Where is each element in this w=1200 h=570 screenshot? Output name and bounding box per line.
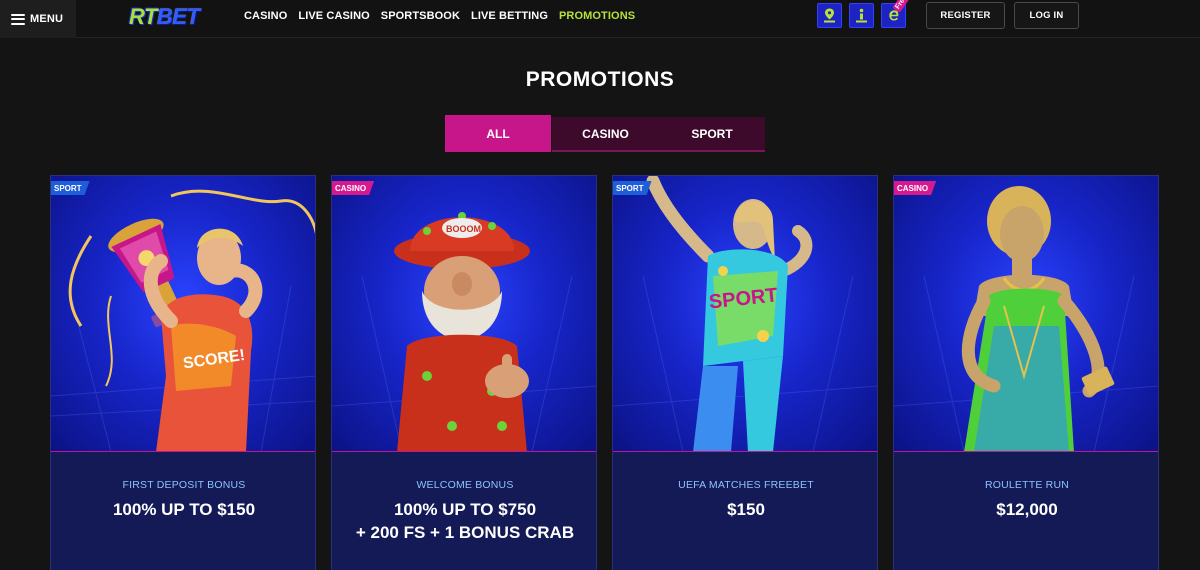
promo-headline: $150 [613, 498, 877, 521]
promo-card-body: ROULETTE RUN $12,000 [894, 452, 1158, 570]
promo-card-body: FIRST DEPOSIT BONUS 100% UP TO $150 [51, 452, 315, 570]
promo-image-celebrating-player: SPORT [613, 176, 877, 452]
promo-subtitle: WELCOME BONUS [416, 479, 514, 491]
svg-text:BOOOM: BOOOM [446, 224, 481, 234]
login-button[interactable]: LOG IN [1014, 2, 1079, 29]
nav-promotions[interactable]: PROMOTIONS [559, 10, 635, 22]
category-badge-sport: SPORT [612, 181, 652, 195]
promo-card-body: WELCOME BONUS 100% UP TO $750 + 200 FS +… [332, 452, 596, 570]
menu-label: MENU [30, 13, 64, 25]
freebet-icon-button[interactable]: Free [881, 0, 911, 28]
logo-bet-text: BET [156, 4, 200, 29]
location-icon-button[interactable] [817, 3, 842, 28]
menu-button[interactable]: MENU [0, 0, 76, 38]
promo-card-welcome-bonus[interactable]: BOOOM CASINO WELCOME BONUS 100% UP TO $7… [331, 175, 597, 570]
register-button[interactable]: REGISTER [926, 2, 1005, 29]
promo-image-pirate-character: BOOOM [332, 176, 596, 452]
promo-filter-tabs: ALL CASINO SPORT [445, 115, 765, 152]
soccer-player-trophy-illustration: SCORE! [51, 189, 315, 452]
hamburger-icon [11, 13, 25, 25]
rtbet-logo[interactable]: RT BET [129, 2, 200, 32]
promo-headline: 100% UP TO $750 + 200 FS + 1 BONUS CRAB [332, 498, 596, 544]
sport-player-illustration: SPORT [613, 176, 877, 452]
promo-subtitle: ROULETTE RUN [984, 479, 1070, 491]
promo-card-body: UEFA MATCHES FREEBET $150 [613, 452, 877, 570]
promo-headline-line1: 100% UP TO $750 [393, 500, 537, 519]
nav-casino[interactable]: CASINO [244, 10, 287, 22]
category-badge-casino: CASINO [893, 181, 936, 195]
nav-sportsbook[interactable]: SPORTSBOOK [381, 10, 460, 22]
nav-live-casino[interactable]: LIVE CASINO [298, 10, 369, 22]
promo-subtitle: FIRST DEPOSIT BONUS [122, 479, 246, 491]
promo-headline-line1: 100% UP TO $150 [112, 500, 256, 519]
promo-card-uefa-freebet[interactable]: SPORT SPORT UEFA MATCHES FREEBET $150 [612, 175, 878, 570]
promo-headline-line1: $12,000 [996, 500, 1058, 519]
nav-live-betting[interactable]: LIVE BETTING [471, 10, 548, 22]
category-badge-casino: CASINO [331, 181, 374, 195]
tab-sport[interactable]: SPORT [659, 117, 765, 152]
category-badge-sport: SPORT [50, 181, 90, 195]
tab-all[interactable]: ALL [445, 115, 551, 152]
promo-card-first-deposit[interactable]: SCORE! SPORT FIRST DEPOSIT BONUS 100% UP… [50, 175, 316, 570]
bearded-character-illustration: BOOOM [332, 212, 596, 452]
promo-image-croupier-woman [894, 176, 1158, 452]
promo-headline-line2: + 200 FS + 1 BONUS CRAB [355, 523, 575, 542]
tab-casino[interactable]: CASINO [552, 117, 659, 152]
croupier-woman-illustration [894, 186, 1158, 452]
location-icon [824, 8, 835, 23]
info-icon-button[interactable] [849, 3, 874, 28]
logo-rt-text: RT [129, 4, 157, 29]
promo-headline: 100% UP TO $150 [51, 498, 315, 521]
info-icon [856, 8, 867, 23]
promo-subtitle: UEFA MATCHES FREEBET [678, 479, 814, 491]
promo-image-soccer-trophy: SCORE! [51, 176, 315, 452]
promo-headline: $12,000 [894, 498, 1158, 521]
promo-headline-line1: $150 [727, 500, 765, 519]
page-title: PROMOTIONS [525, 68, 675, 91]
top-header: MENU RT BET CASINO LIVE CASINO SPORTSBOO… [0, 0, 1200, 38]
promo-card-roulette-run[interactable]: CASINO ROULETTE RUN $12,000 [893, 175, 1159, 570]
main-nav: CASINO LIVE CASINO SPORTSBOOK LIVE BETTI… [244, 0, 635, 32]
